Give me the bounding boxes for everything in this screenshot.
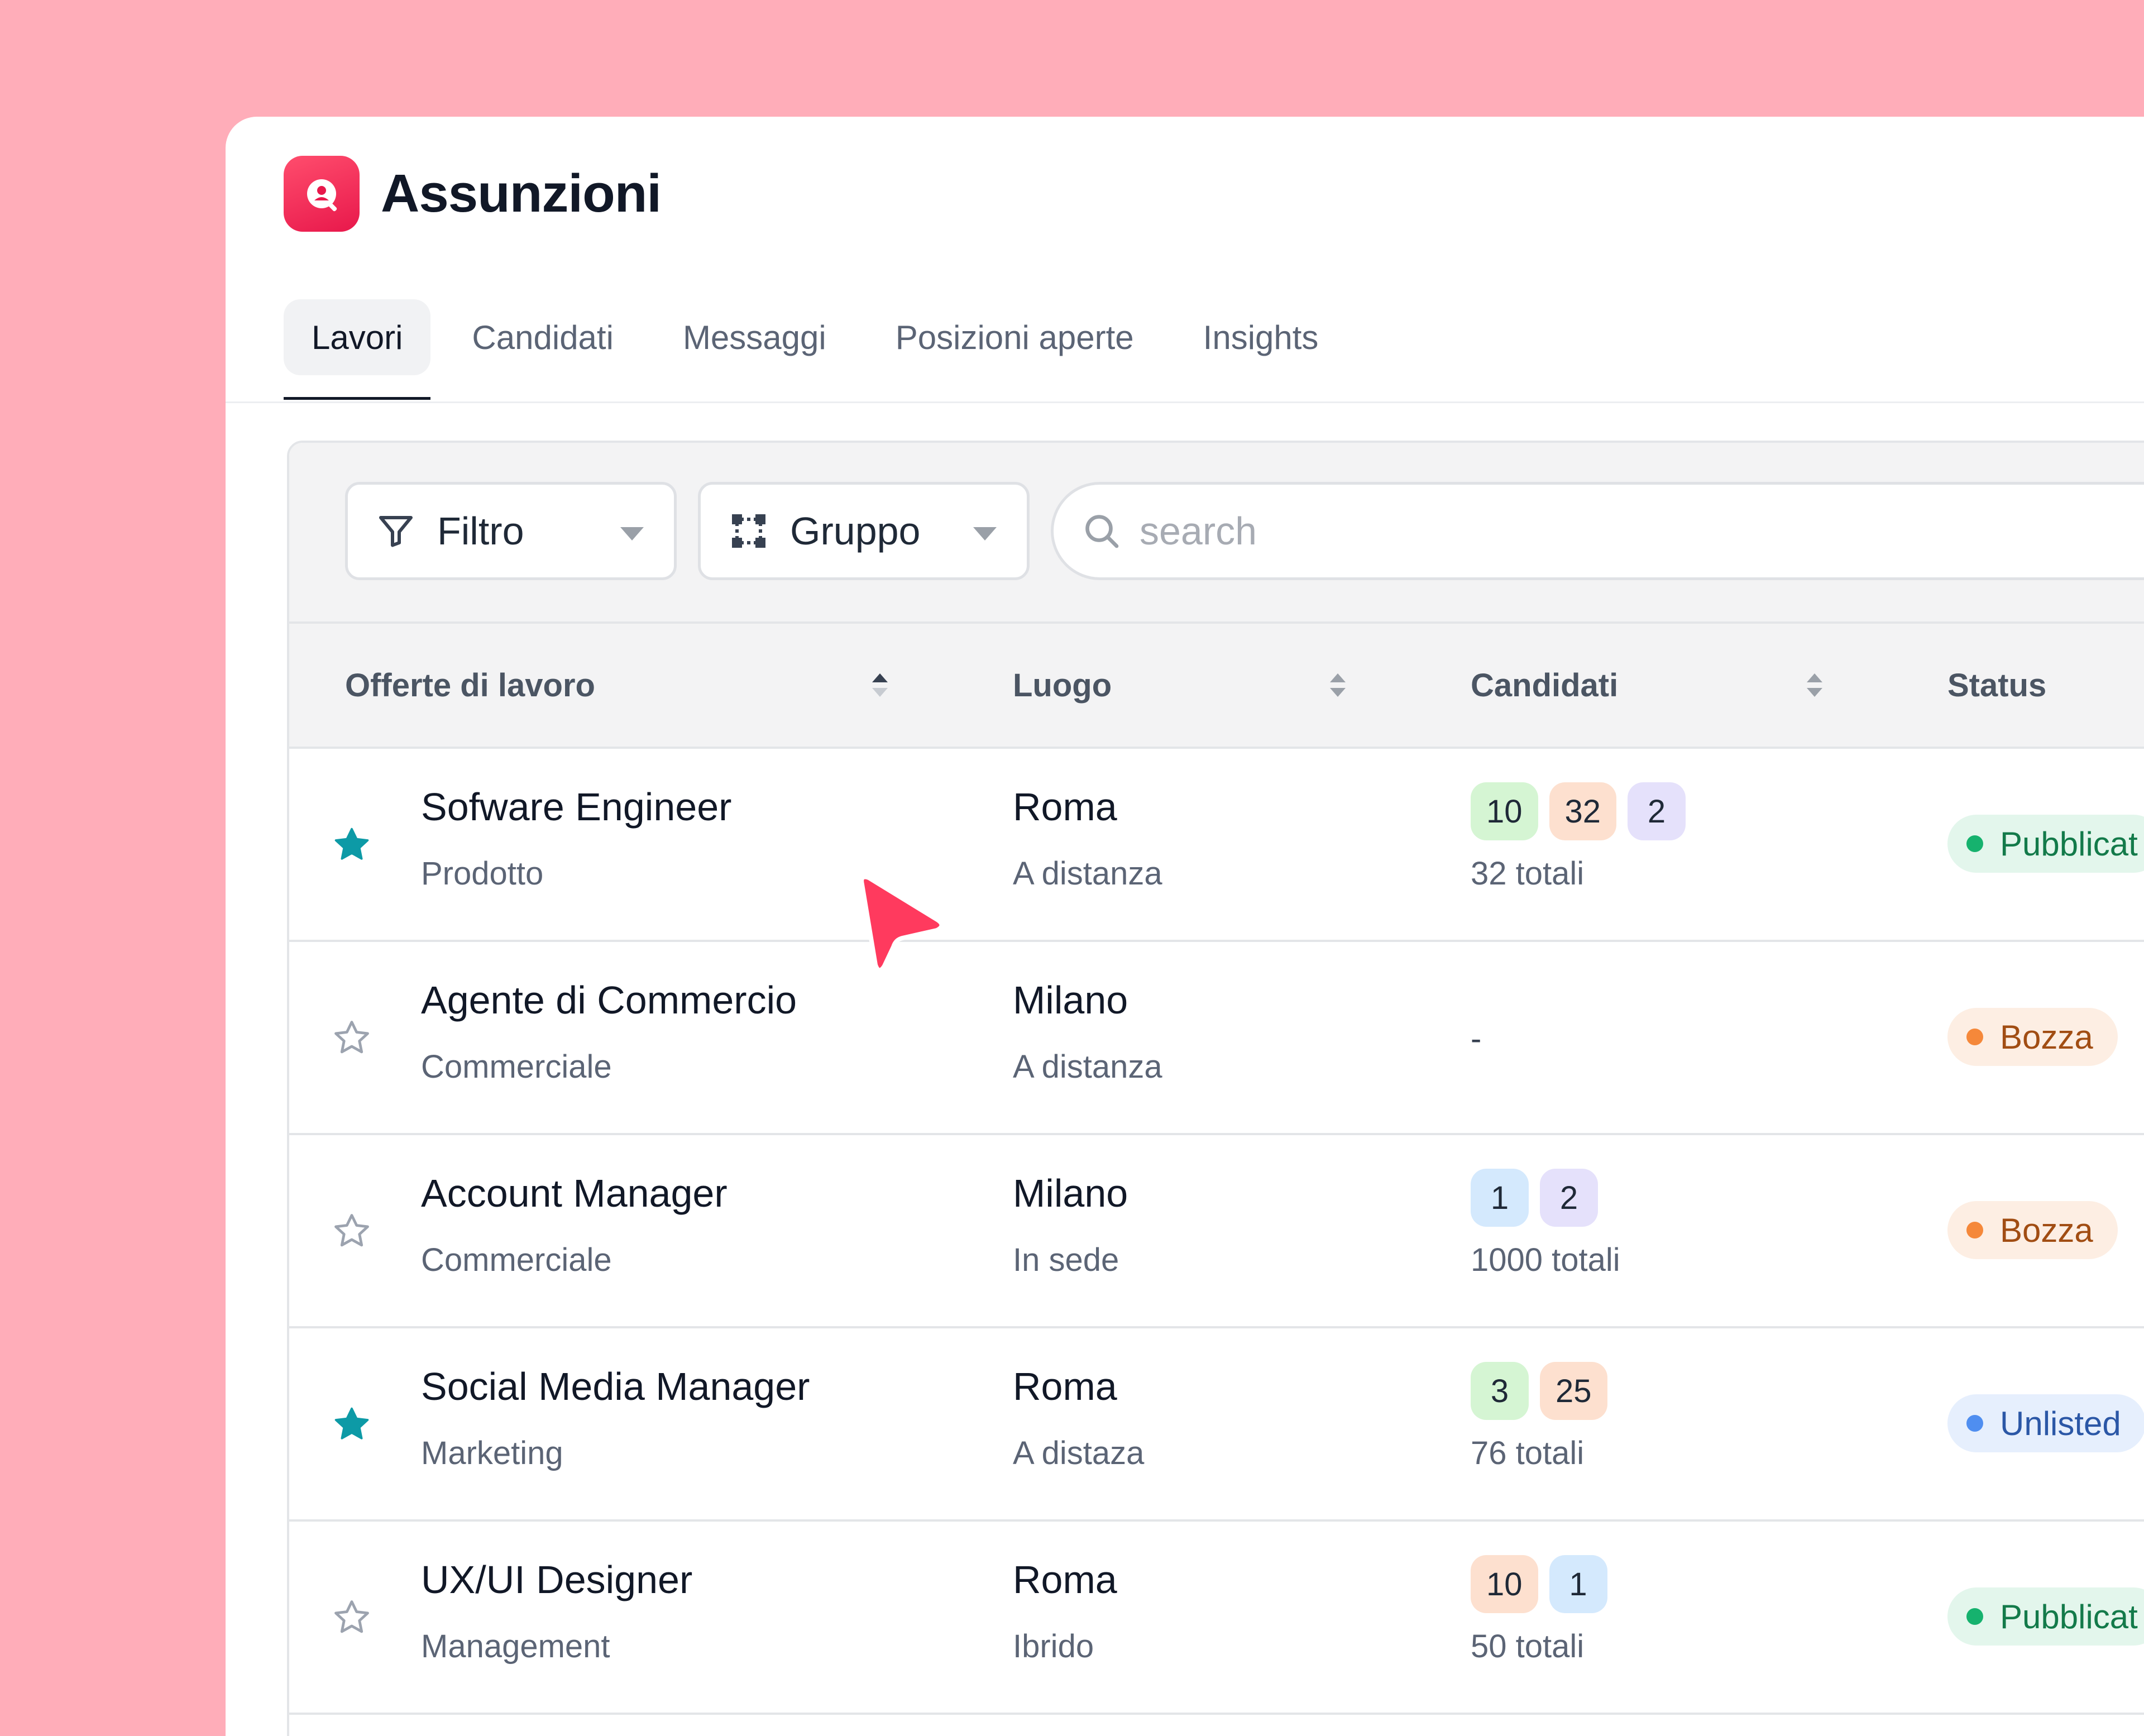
location-mode: A distanza: [1013, 855, 1162, 892]
search-icon: [1081, 511, 1122, 551]
status-badge[interactable]: Bozza: [1947, 1201, 2118, 1259]
table-toolbar: Filtro Gruppo: [289, 443, 2144, 624]
sort-icon[interactable]: [1805, 671, 1825, 702]
funnel-icon: [376, 511, 416, 551]
location-mode: A distanza: [1013, 1049, 1162, 1085]
candidate-counts: 10 1: [1471, 1555, 1619, 1613]
group-label: Gruppo: [790, 509, 921, 553]
candidate-count-badge: 10: [1471, 782, 1538, 840]
location-city: Roma: [1013, 1365, 1117, 1408]
candidate-count-badge: 32: [1549, 782, 1617, 840]
job-title[interactable]: Social Media Manager: [421, 1364, 810, 1409]
job-department: Management: [421, 1628, 610, 1665]
candidate-empty: -: [1471, 1021, 1482, 1057]
status-label: Bozza: [2000, 1018, 2093, 1056]
candidate-count-badge: 25: [1540, 1362, 1607, 1420]
table-row[interactable]: Sofware Engineer Prodotto Roma A distanza 10…: [289, 749, 2144, 942]
recruiting-person-icon: [284, 156, 360, 232]
sort-icon[interactable]: [1328, 671, 1348, 702]
column-header-job[interactable]: Offerte di lavoro: [345, 624, 595, 747]
job-title[interactable]: UX/UI Designer: [421, 1557, 692, 1602]
status-badge[interactable]: Bozza: [1947, 1008, 2118, 1066]
candidate-count-badge: 10: [1471, 1555, 1538, 1613]
star-outline-icon[interactable]: [332, 1598, 372, 1641]
job-department: Commerciale: [421, 1242, 612, 1278]
tab-posizioni-aperte[interactable]: Posizioni aperte: [868, 299, 1162, 375]
sort-ascending-icon[interactable]: [870, 671, 890, 702]
app-title: Assunzioni: [381, 164, 662, 223]
status-dot: [1966, 1608, 1983, 1625]
star-filled-icon[interactable]: [332, 1404, 372, 1447]
status-badge[interactable]: Pubblicat: [1947, 1587, 2144, 1646]
chevron-down-icon: [972, 526, 998, 544]
job-department: Commerciale: [421, 1049, 612, 1085]
status-badge[interactable]: Pubblicat: [1947, 815, 2144, 873]
location-mode: In sede: [1013, 1242, 1119, 1278]
candidate-totals: 32 totali: [1471, 855, 1585, 892]
candidate-totals: 50 totali: [1471, 1628, 1585, 1665]
star-outline-icon[interactable]: [332, 1018, 372, 1061]
tab-lavori[interactable]: Lavori: [284, 299, 431, 400]
column-header-candidates[interactable]: Candidati: [1471, 624, 1618, 747]
location-city: Roma: [1013, 1558, 1117, 1601]
tabs-divider: [226, 401, 2144, 403]
group-button[interactable]: Gruppo: [698, 482, 1030, 580]
candidate-count-badge: 1: [1549, 1555, 1607, 1613]
candidate-count-badge: 1: [1471, 1169, 1529, 1227]
location-city: Milano: [1013, 1171, 1128, 1215]
tab-candidati[interactable]: Candidati: [444, 299, 642, 375]
table-row[interactable]: Agente di Commercio Commerciale Milano A di…: [289, 942, 2144, 1135]
star-outline-icon[interactable]: [332, 1211, 372, 1254]
table-body: Sofware Engineer Prodotto Roma A distanza 10…: [289, 749, 2144, 1715]
status-label: Bozza: [2000, 1211, 2093, 1249]
job-department: Marketing: [421, 1435, 563, 1471]
column-header-location[interactable]: Luogo: [1013, 624, 1112, 747]
location-mode: A distaza: [1013, 1435, 1145, 1471]
status-dot: [1966, 1415, 1983, 1432]
candidate-count-badge: 2: [1628, 782, 1686, 840]
chevron-down-icon: [619, 526, 645, 544]
status-badge[interactable]: Unlisted: [1947, 1394, 2144, 1452]
tab-messaggi[interactable]: Messaggi: [655, 299, 854, 375]
job-department: Prodotto: [421, 855, 544, 892]
app-window: Assunzioni Lavori Candidati Messaggi Pos…: [226, 117, 2144, 1736]
column-header-status[interactable]: Status: [1947, 624, 2046, 747]
app-header: Assunzioni: [284, 156, 662, 232]
candidate-counts: 10 32 2: [1471, 782, 1697, 840]
location-city: Milano: [1013, 978, 1128, 1022]
group-select-icon: [729, 511, 769, 551]
job-title[interactable]: Account Manager: [421, 1171, 728, 1216]
table-row[interactable]: Account Manager Commerciale Milano In sede 1…: [289, 1135, 2144, 1328]
candidate-totals: 1000 totali: [1471, 1242, 1620, 1278]
status-label: Pubblicat: [2000, 825, 2138, 863]
table-row[interactable]: UX/UI Designer Management Roma Ibrido 10 1 50 …: [289, 1522, 2144, 1715]
status-label: Pubblicat: [2000, 1598, 2138, 1635]
search-input[interactable]: [1138, 508, 2144, 554]
status-dot: [1966, 1222, 1983, 1238]
tab-insights[interactable]: Insights: [1175, 299, 1347, 375]
job-title[interactable]: Sofware Engineer: [421, 785, 731, 829]
tab-bar: Lavori Candidati Messaggi Posizioni aper…: [284, 298, 1360, 400]
table-header: Offerte di lavoro Luogo Candidati Status: [289, 624, 2144, 749]
filter-label: Filtro: [437, 509, 524, 553]
table-row[interactable]: Social Media Manager Marketing Roma A dista…: [289, 1328, 2144, 1522]
location-mode: Ibrido: [1013, 1628, 1094, 1665]
candidate-counts: 12: [1471, 1169, 1609, 1227]
job-title[interactable]: Agente di Commercio: [421, 978, 797, 1022]
search-box[interactable]: [1051, 482, 2144, 580]
status-dot: [1966, 835, 1983, 852]
candidate-count-badge: 2: [1540, 1169, 1598, 1227]
jobs-table-panel: Filtro Gruppo search Offerte di lavoro L…: [287, 441, 2144, 1736]
candidate-counts: 3 25: [1471, 1362, 1619, 1420]
filter-button[interactable]: Filtro: [345, 482, 677, 580]
status-dot: [1966, 1029, 1983, 1045]
candidate-count-badge: 3: [1471, 1362, 1529, 1420]
star-filled-icon[interactable]: [332, 825, 372, 868]
location-city: Roma: [1013, 785, 1117, 829]
pointer-arrow-icon: [854, 871, 949, 980]
status-label: Unlisted: [2000, 1404, 2121, 1442]
candidate-totals: 76 totali: [1471, 1435, 1585, 1471]
